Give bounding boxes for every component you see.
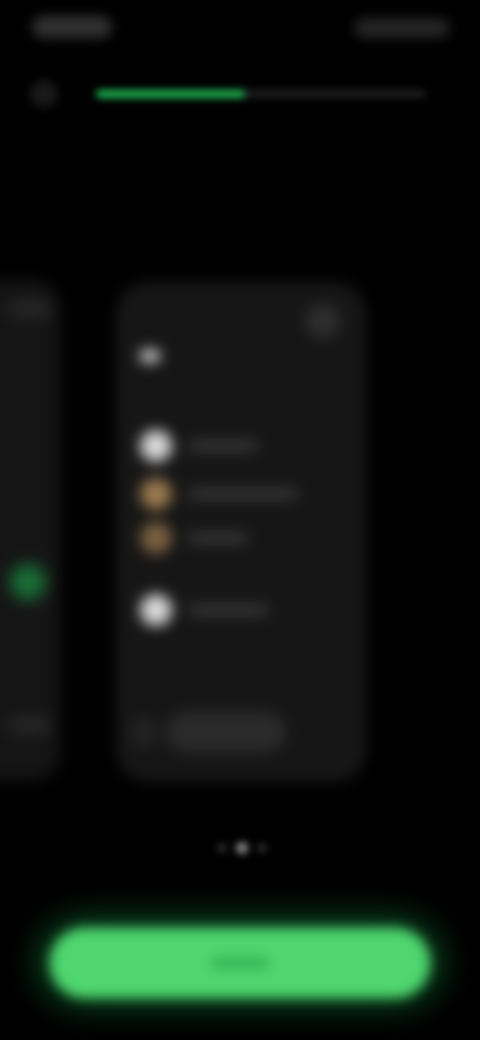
onboarding-screen [0,0,480,1040]
status-time [32,16,112,38]
status-icons [354,18,450,38]
selected-indicator-icon [10,564,46,600]
feature-text [188,489,298,499]
play-icon [130,718,158,746]
back-button[interactable] [30,80,58,108]
info-icon[interactable] [306,304,340,338]
feature-text [188,605,268,615]
plan-card-previous[interactable] [0,280,60,780]
feature-icon [140,478,172,510]
feature-item [140,430,340,464]
plan-badge [140,350,160,362]
progress-fill [96,90,245,98]
feature-text [188,441,258,451]
progress-bar [96,90,426,98]
status-bar [0,0,480,56]
page-dot[interactable] [258,844,266,852]
feature-item [140,478,340,512]
feature-icon [140,594,172,626]
feature-icon [140,522,172,554]
continue-button-label [210,956,270,970]
card-line [10,304,50,314]
page-dot-active[interactable] [236,842,248,854]
card-line [10,720,50,730]
continue-button[interactable] [50,928,430,998]
page-dot[interactable] [218,844,226,852]
feature-item [140,522,340,556]
feature-icon [140,430,172,462]
plan-card[interactable] [116,282,366,782]
page-indicator [200,838,280,858]
feature-item [140,594,340,628]
feature-text [188,533,248,543]
card-action-button[interactable] [166,712,286,752]
